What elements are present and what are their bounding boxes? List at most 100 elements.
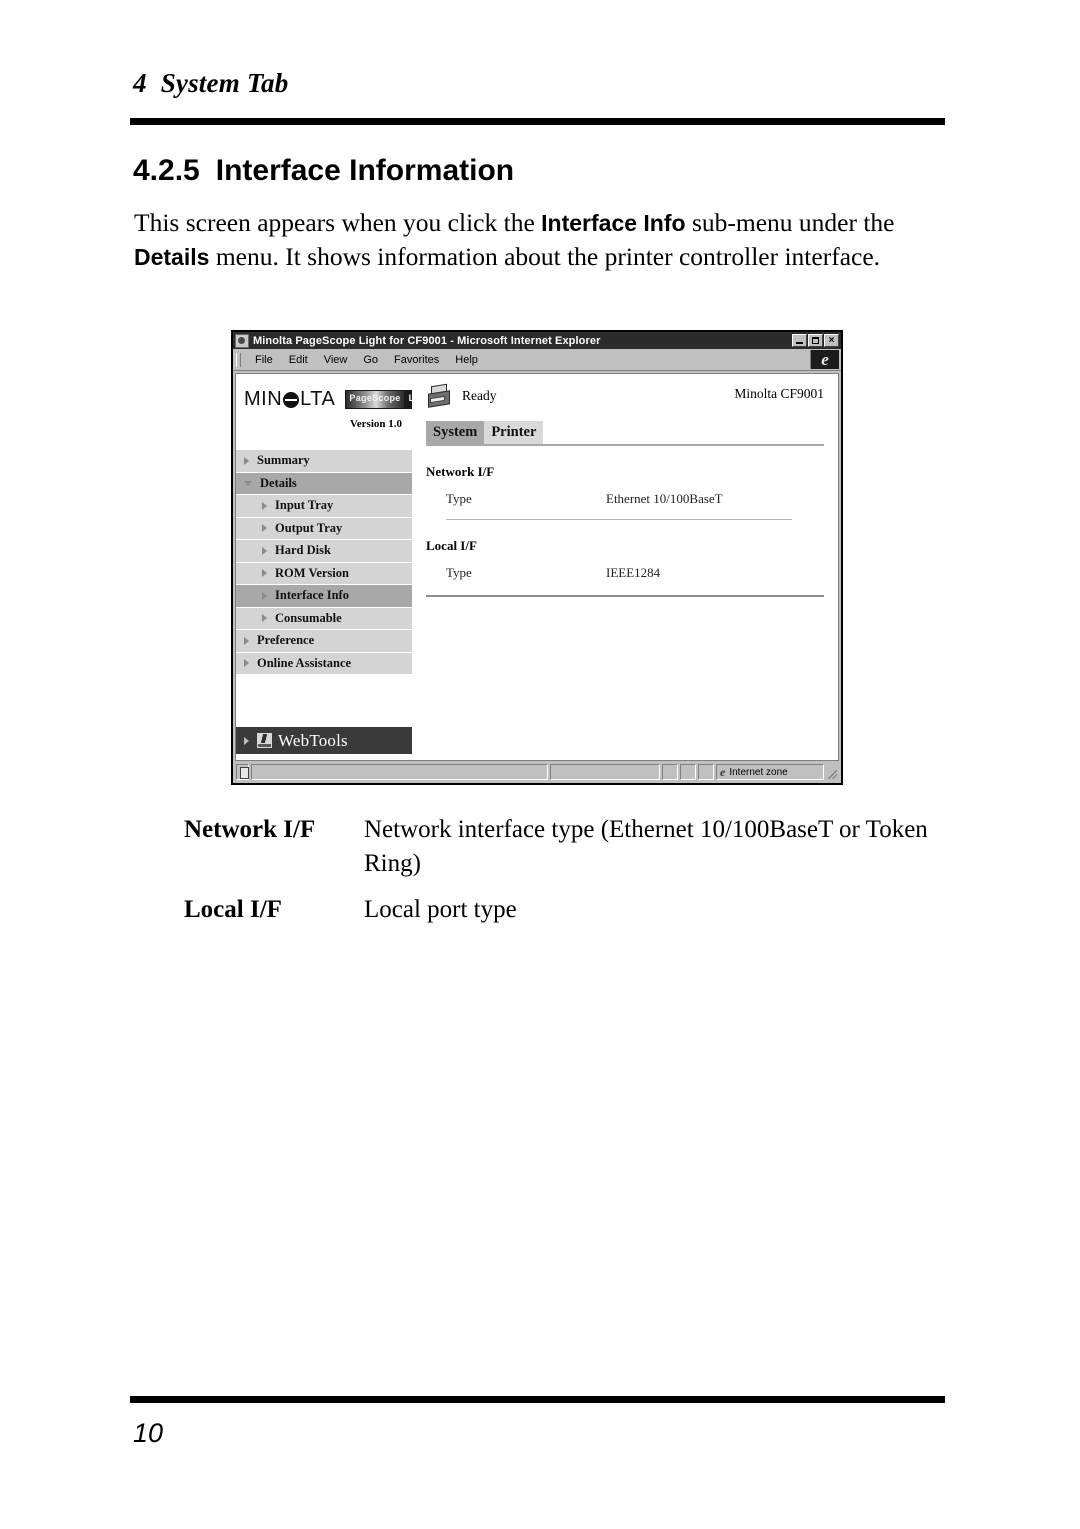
sidebar-item-summary[interactable]: Summary: [236, 450, 412, 473]
triangle-right-icon: [244, 736, 249, 745]
intro-text-2: sub-menu under the: [685, 208, 895, 237]
webtools-label: WebTools: [278, 730, 348, 750]
status-bar: e Internet zone: [235, 763, 839, 781]
minolta-logo: MIN LTA: [244, 388, 335, 411]
minolta-logo-suffix: LTA: [300, 388, 336, 410]
brand-block: MINLTA PageScope Light Version 1.0: [236, 374, 435, 450]
version-label: Version 1.0: [349, 418, 402, 430]
intro-bold-interface-info: Interface Info: [541, 210, 686, 236]
minimize-button[interactable]: [792, 334, 807, 347]
menu-item-favorites[interactable]: Favorites: [386, 354, 447, 366]
definition-term: Local I/F: [184, 896, 282, 923]
sidebar-item-label: Online Assistance: [257, 655, 352, 670]
footer-rule: [130, 1396, 945, 1403]
left-nav-pane: MINLTA PageScope Light Version 1.0 Summa…: [236, 374, 435, 760]
browser-window-figure: Minolta PageScope Light for CF9001 - Mic…: [231, 330, 843, 785]
definition-term: Network I/F: [184, 816, 316, 843]
internet-zone-icon: e: [720, 765, 726, 779]
device-model-label: Minolta CF9001: [734, 386, 824, 401]
sidebar-item-interface-info[interactable]: Interface Info: [236, 585, 412, 608]
tab-printer[interactable]: Printer: [484, 421, 544, 444]
sidebar-item-label: Output Tray: [275, 520, 343, 535]
ie-logo-icon: e: [810, 350, 839, 369]
definition-description: Network interface type (Ethernet 10/100B…: [364, 816, 928, 877]
page-number: 10: [133, 1418, 164, 1448]
triangle-right-icon: [262, 546, 267, 555]
intro-paragraph: This screen appears when you click the I…: [134, 206, 940, 274]
intro-bold-details: Details: [134, 244, 210, 270]
menu-grip-handle[interactable]: [236, 352, 241, 367]
browser-client-area: MINLTA PageScope Light Version 1.0 Summa…: [235, 373, 839, 761]
device-status-row: Ready Minolta CF9001: [426, 383, 824, 418]
local-type-value: IEEE1284: [606, 565, 661, 580]
close-button[interactable]: ×: [824, 334, 839, 347]
running-head-title: System Tab: [160, 68, 289, 98]
statusbar-slot-2: [680, 764, 696, 780]
triangle-right-icon: [244, 456, 249, 465]
statusbar-zone-label: Internet zone: [729, 766, 788, 778]
local-type-row: Type IEEE1284: [426, 565, 824, 581]
local-if-title: Local I/F: [426, 538, 477, 553]
brand-row: MINLTA PageScope Light: [244, 388, 435, 411]
sidebar-item-rom-version[interactable]: ROM Version: [236, 562, 412, 585]
sidebar-item-preference[interactable]: Preference: [236, 630, 412, 653]
network-type-row: Type Ethernet 10/100BaseT: [426, 491, 824, 507]
definition-row: Local I/F Local port type: [184, 893, 944, 927]
menu-item-help[interactable]: Help: [447, 354, 486, 366]
sidebar-item-consumable[interactable]: Consumable: [236, 607, 412, 630]
menu-item-edit[interactable]: Edit: [281, 354, 316, 366]
triangle-right-icon: [262, 524, 267, 533]
menu-item-file[interactable]: File: [247, 354, 281, 366]
close-icon: ×: [828, 335, 835, 346]
network-if-title: Network I/F: [426, 464, 495, 479]
sidebar-item-label: ROM Version: [275, 565, 349, 580]
sidebar-item-hard-disk[interactable]: Hard Disk: [236, 540, 412, 563]
sidebar-item-label: Interface Info: [275, 588, 349, 603]
status-badge: Ready: [462, 388, 497, 403]
fiery-icon: [257, 733, 272, 748]
statusbar-document-icon: [236, 764, 249, 780]
window-controls: ×: [792, 334, 839, 347]
triangle-right-icon: [262, 501, 267, 510]
definition-description: Local port type: [364, 896, 517, 923]
sidebar-item-label: Details: [260, 475, 297, 490]
sidebar-item-label: Preference: [257, 633, 315, 648]
local-if-section: Local I/F Type IEEE1284: [426, 538, 824, 597]
running-head-number: 4: [133, 68, 147, 98]
statusbar-slot-1: [662, 764, 678, 780]
network-type-label: Type: [446, 491, 472, 506]
maximize-button[interactable]: [808, 334, 823, 347]
sidebar-item-input-tray[interactable]: Input Tray: [236, 495, 412, 518]
sidebar-item-online-assistance[interactable]: Online Assistance: [236, 652, 412, 675]
tab-strip: System Printer: [426, 420, 824, 446]
device-status: Ready: [426, 383, 497, 408]
page-title: 4.2.5 Interface Information: [133, 154, 514, 188]
minolta-logo-prefix: MIN: [244, 388, 283, 410]
triangle-right-icon: [262, 614, 267, 623]
tab-system[interactable]: System: [426, 421, 485, 444]
triangle-right-icon: [262, 591, 267, 600]
intro-text-3: menu. It shows information about the pri…: [209, 242, 881, 271]
header-rule: [130, 118, 945, 125]
network-type-value: Ethernet 10/100BaseT: [606, 491, 723, 506]
definition-list: Network I/F Network interface type (Ethe…: [184, 813, 944, 939]
network-if-section: Network I/F Type Ethernet 10/100BaseT: [426, 464, 824, 520]
content-pane: Ready Minolta CF9001 System Printer Netw…: [412, 374, 838, 760]
sidebar-item-details[interactable]: Details: [236, 472, 412, 495]
local-type-label: Type: [446, 565, 472, 580]
local-section-divider: [426, 595, 824, 597]
intro-text-1: This screen appears when you click the: [134, 208, 542, 237]
definition-row: Network I/F Network interface type (Ethe…: [184, 813, 944, 881]
triangle-right-icon: [262, 569, 267, 578]
triangle-right-icon: [244, 659, 249, 668]
pagescope-wordmark: PageScope: [346, 391, 404, 408]
statusbar-zone-cell: e Internet zone: [716, 764, 824, 780]
sidebar-item-output-tray[interactable]: Output Tray: [236, 517, 412, 540]
triangle-right-icon: [244, 636, 249, 645]
webtools-button[interactable]: WebTools: [236, 727, 422, 754]
resize-grip[interactable]: [826, 764, 838, 780]
maximize-icon: [812, 337, 819, 344]
menu-item-go[interactable]: Go: [355, 354, 386, 366]
menu-item-view[interactable]: View: [316, 354, 356, 366]
nav-list: Summary Details Input Tray Output Tray H…: [236, 450, 412, 675]
